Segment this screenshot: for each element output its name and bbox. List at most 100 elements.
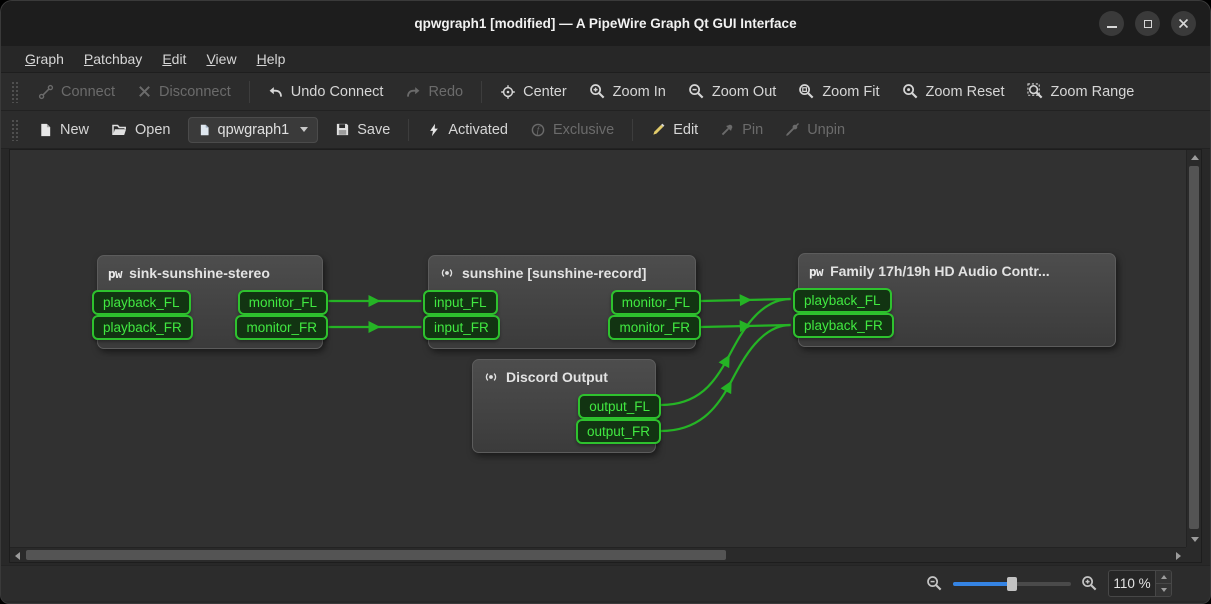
port-input-fr[interactable]: input_FR [423, 315, 500, 340]
node-header: sunshine [sunshine-record] [429, 256, 695, 287]
minimize-button[interactable] [1099, 11, 1124, 36]
port-monitor-fr[interactable]: monitor_FR [608, 315, 701, 340]
scroll-left-button[interactable] [10, 548, 25, 563]
zoom-in-icon [1081, 575, 1098, 592]
spin-up-button[interactable] [1156, 571, 1171, 584]
zoom-reset-button[interactable]: Zoom Reset [893, 77, 1014, 106]
port-monitor-fl[interactable]: monitor_FL [611, 290, 701, 315]
horizontal-scrollbar[interactable] [10, 547, 1186, 562]
scroll-up-button[interactable] [1187, 150, 1202, 165]
zoom-range-label: Zoom Range [1051, 84, 1135, 100]
vertical-scroll-handle[interactable] [1189, 166, 1199, 529]
activated-button[interactable]: Activated [418, 116, 517, 144]
maximize-button[interactable] [1135, 11, 1160, 36]
edit-button[interactable]: Edit [642, 116, 707, 144]
node-title: Family 17h/19h HD Audio Contr... [830, 263, 1050, 279]
new-label: New [60, 122, 89, 138]
statusbar-zoom-in-button[interactable] [1081, 575, 1098, 592]
undo-connect-button[interactable]: Undo Connect [259, 78, 393, 106]
menu-patchbay[interactable]: Patchbay [74, 47, 152, 71]
port-row: input_FL monitor_FL [423, 290, 701, 314]
zoom-in-button[interactable]: Zoom In [580, 77, 675, 106]
vertical-scrollbar[interactable] [1186, 150, 1201, 547]
maximize-icon [1144, 20, 1152, 28]
window-controls [1099, 1, 1196, 46]
node-ports: playback_FL playback_FR [799, 285, 1115, 346]
save-label: Save [357, 122, 390, 138]
port-input-fl[interactable]: input_FL [423, 290, 498, 315]
open-folder-icon [111, 122, 128, 138]
unpin-icon [785, 122, 800, 137]
port-playback-fl[interactable]: playback_FL [92, 290, 191, 315]
port-playback-fr[interactable]: playback_FR [793, 313, 894, 338]
zoom-reset-label: Zoom Reset [926, 84, 1005, 100]
pin-label: Pin [742, 122, 763, 138]
node-sink-sunshine-stereo[interactable]: pw sink-sunshine-stereo playback_FL moni… [97, 255, 323, 349]
port-monitor-fr[interactable]: monitor_FR [235, 315, 328, 340]
menu-graph[interactable]: Graph [15, 47, 74, 71]
center-button[interactable]: Center [491, 78, 576, 106]
port-playback-fl[interactable]: playback_FL [793, 288, 892, 313]
save-icon [335, 122, 350, 137]
node-discord-output[interactable]: Discord Output output_FL output_FR [472, 359, 656, 453]
port-output-fr[interactable]: output_FR [576, 419, 661, 444]
toolbar-separator [632, 119, 633, 141]
node-title: sunshine [sunshine-record] [462, 265, 646, 281]
menubar: Graph Patchbay Edit View Help [1, 46, 1210, 73]
port-row: playback_FR [793, 313, 1121, 337]
open-button[interactable]: Open [102, 116, 179, 144]
exclusive-label: Exclusive [553, 122, 614, 138]
toolbar-separator [481, 81, 482, 103]
zoom-range-button[interactable]: Zoom Range [1018, 77, 1144, 106]
titlebar[interactable]: qpwgraph1 [modified] — A PipeWire Graph … [1, 1, 1210, 46]
menu-view[interactable]: View [196, 47, 246, 71]
close-button[interactable] [1171, 11, 1196, 36]
zoom-slider-handle[interactable] [1007, 577, 1017, 591]
node-ports: input_FL monitor_FL input_FR monitor_FR [429, 287, 695, 348]
port-playback-fr[interactable]: playback_FR [92, 315, 193, 340]
zoom-slider[interactable] [953, 575, 1071, 593]
port-monitor-fl[interactable]: monitor_FL [238, 290, 328, 315]
statusbar-zoom-out-button[interactable] [926, 575, 943, 592]
spin-down-button[interactable] [1156, 584, 1171, 596]
node-sunshine[interactable]: sunshine [sunshine-record] input_FL moni… [428, 255, 696, 349]
new-button[interactable]: New [29, 116, 98, 144]
disconnect-label: Disconnect [159, 84, 231, 100]
node-family-hd-audio[interactable]: pw Family 17h/19h HD Audio Contr... play… [798, 253, 1116, 347]
activated-label: Activated [448, 122, 508, 138]
pin-button: Pin [711, 116, 772, 144]
redo-label: Redo [428, 84, 463, 100]
spin-buttons [1155, 571, 1171, 596]
node-title: sink-sunshine-stereo [129, 265, 270, 281]
disconnect-button: Disconnect [128, 78, 240, 106]
zoom-out-button[interactable]: Zoom Out [679, 77, 785, 106]
pipewire-icon: pw [108, 266, 122, 281]
port-output-fl[interactable]: output_FL [578, 394, 661, 419]
center-icon [500, 84, 516, 100]
stream-icon [439, 265, 455, 281]
save-button[interactable]: Save [326, 116, 399, 144]
zoom-reset-icon [902, 83, 919, 100]
pipewire-icon: pw [809, 264, 823, 279]
scroll-right-button[interactable] [1171, 548, 1186, 563]
zoom-spinbox[interactable]: 110 % [1108, 570, 1172, 597]
patchbay-file-icon [198, 123, 211, 137]
toolbar-grip[interactable] [11, 81, 18, 103]
scroll-right-icon [1176, 552, 1181, 560]
graph-canvas[interactable]: pw sink-sunshine-stereo playback_FL moni… [10, 150, 1186, 547]
port-row: output_FL [467, 394, 661, 418]
menu-help[interactable]: Help [247, 47, 296, 71]
toolbar-grip[interactable] [11, 119, 18, 141]
zoom-value: 110 % [1109, 571, 1155, 596]
menu-edit[interactable]: Edit [152, 47, 196, 71]
patchbay-selector[interactable]: qpwgraph1 [188, 117, 319, 143]
horizontal-scroll-handle[interactable] [26, 550, 726, 560]
activated-bolt-icon [427, 122, 441, 138]
scroll-down-button[interactable] [1187, 532, 1202, 547]
zoom-fit-icon [798, 83, 815, 100]
node-header: pw sink-sunshine-stereo [98, 256, 322, 287]
open-label: Open [135, 122, 170, 138]
zoom-fit-button[interactable]: Zoom Fit [789, 77, 888, 106]
scroll-left-icon [15, 552, 20, 560]
patchbay-toolbar: New Open qpwgraph1 Save Act [1, 111, 1210, 149]
